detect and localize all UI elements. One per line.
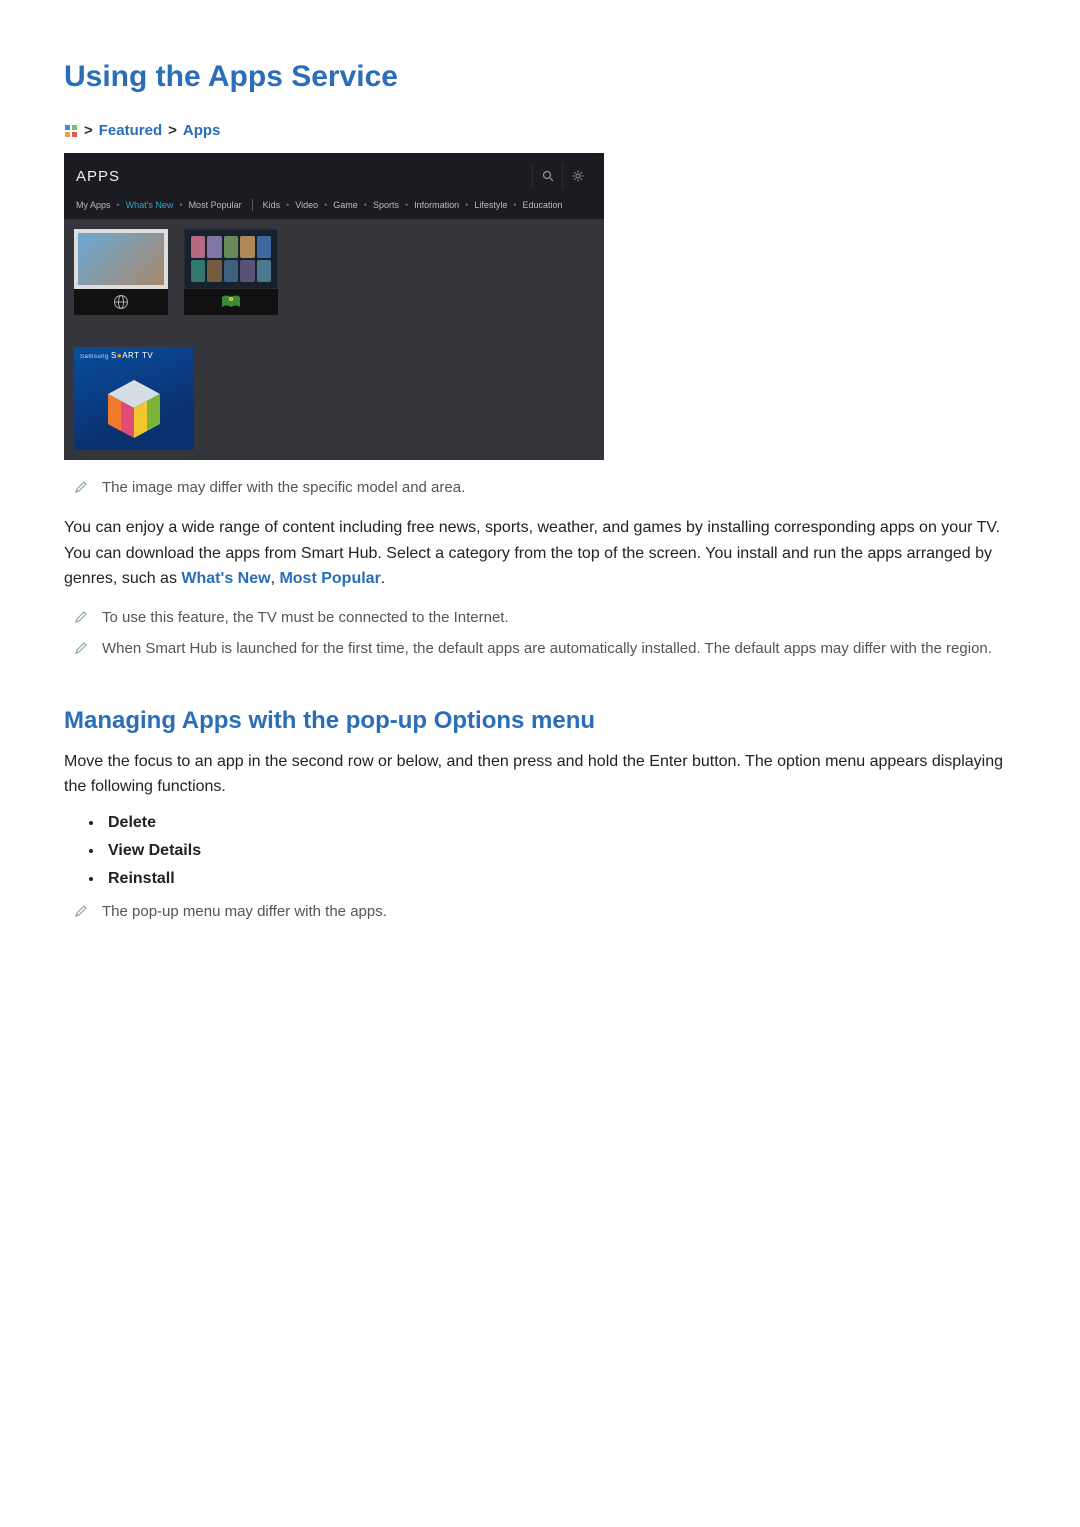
cat-kids[interactable]: Kids	[263, 200, 281, 210]
web-browser-icon	[74, 289, 168, 315]
smart-tv-tile[interactable]: Samsung S●ART TV	[74, 347, 194, 450]
note: To use this feature, the TV must be conn…	[74, 606, 1016, 631]
emanual-icon: ?	[184, 289, 278, 315]
app-tile[interactable]	[74, 229, 168, 315]
cat-information[interactable]: Information	[414, 200, 459, 210]
body-paragraph: Move the focus to an app in the second r…	[64, 749, 1016, 800]
note: When Smart Hub is launched for the first…	[74, 637, 1016, 662]
option-view-details: View Details	[104, 842, 1016, 860]
cat-lifestyle[interactable]: Lifestyle	[474, 200, 507, 210]
pencil-icon	[74, 608, 88, 631]
apps-tabs: My Apps• What's New• Most Popular Kids• …	[64, 195, 604, 219]
smarthub-cube-icon	[80, 360, 188, 450]
note-text: The image may differ with the specific m…	[102, 476, 465, 499]
note-text: To use this feature, the TV must be conn…	[102, 606, 509, 629]
tab-most-popular[interactable]: Most Popular	[189, 200, 242, 210]
note: The image may differ with the specific m…	[74, 476, 1016, 501]
note-text: When Smart Hub is launched for the first…	[102, 637, 992, 660]
settings-icon[interactable]	[562, 163, 592, 189]
chevron-icon: >	[168, 122, 177, 139]
apps-panel-screenshot: APPS My Apps• What's New• Most Popular K…	[64, 153, 604, 460]
chevron-icon: >	[84, 122, 93, 139]
cat-sports[interactable]: Sports	[373, 200, 399, 210]
cat-education[interactable]: Education	[523, 200, 563, 210]
pencil-icon	[74, 478, 88, 501]
pencil-icon	[74, 902, 88, 925]
body-paragraph: You can enjoy a wide range of content in…	[64, 515, 1016, 592]
option-delete: Delete	[104, 814, 1016, 832]
tab-my-apps[interactable]: My Apps	[76, 200, 111, 210]
pencil-icon	[74, 639, 88, 662]
smarthub-icon	[64, 124, 78, 138]
link-most-popular[interactable]: Most Popular	[279, 570, 380, 587]
apps-panel-title: APPS	[76, 168, 120, 185]
cat-video[interactable]: Video	[295, 200, 318, 210]
options-list: Delete View Details Reinstall	[104, 814, 1016, 888]
cat-game[interactable]: Game	[333, 200, 358, 210]
link-whats-new[interactable]: What's New	[181, 570, 270, 587]
search-icon[interactable]	[532, 163, 562, 189]
tab-whats-new[interactable]: What's New	[126, 200, 174, 210]
app-tile[interactable]: ?	[184, 229, 278, 315]
breadcrumb-featured[interactable]: Featured	[99, 122, 162, 139]
breadcrumb-apps[interactable]: Apps	[183, 122, 221, 139]
page-title: Using the Apps Service	[64, 60, 1016, 94]
breadcrumb: > Featured > Apps	[64, 122, 1016, 139]
option-reinstall: Reinstall	[104, 870, 1016, 888]
section-heading: Managing Apps with the pop-up Options me…	[64, 707, 1016, 735]
note-text: The pop-up menu may differ with the apps…	[102, 900, 387, 923]
note: The pop-up menu may differ with the apps…	[74, 900, 1016, 925]
smart-tv-label: Samsung S●ART TV	[80, 351, 188, 360]
